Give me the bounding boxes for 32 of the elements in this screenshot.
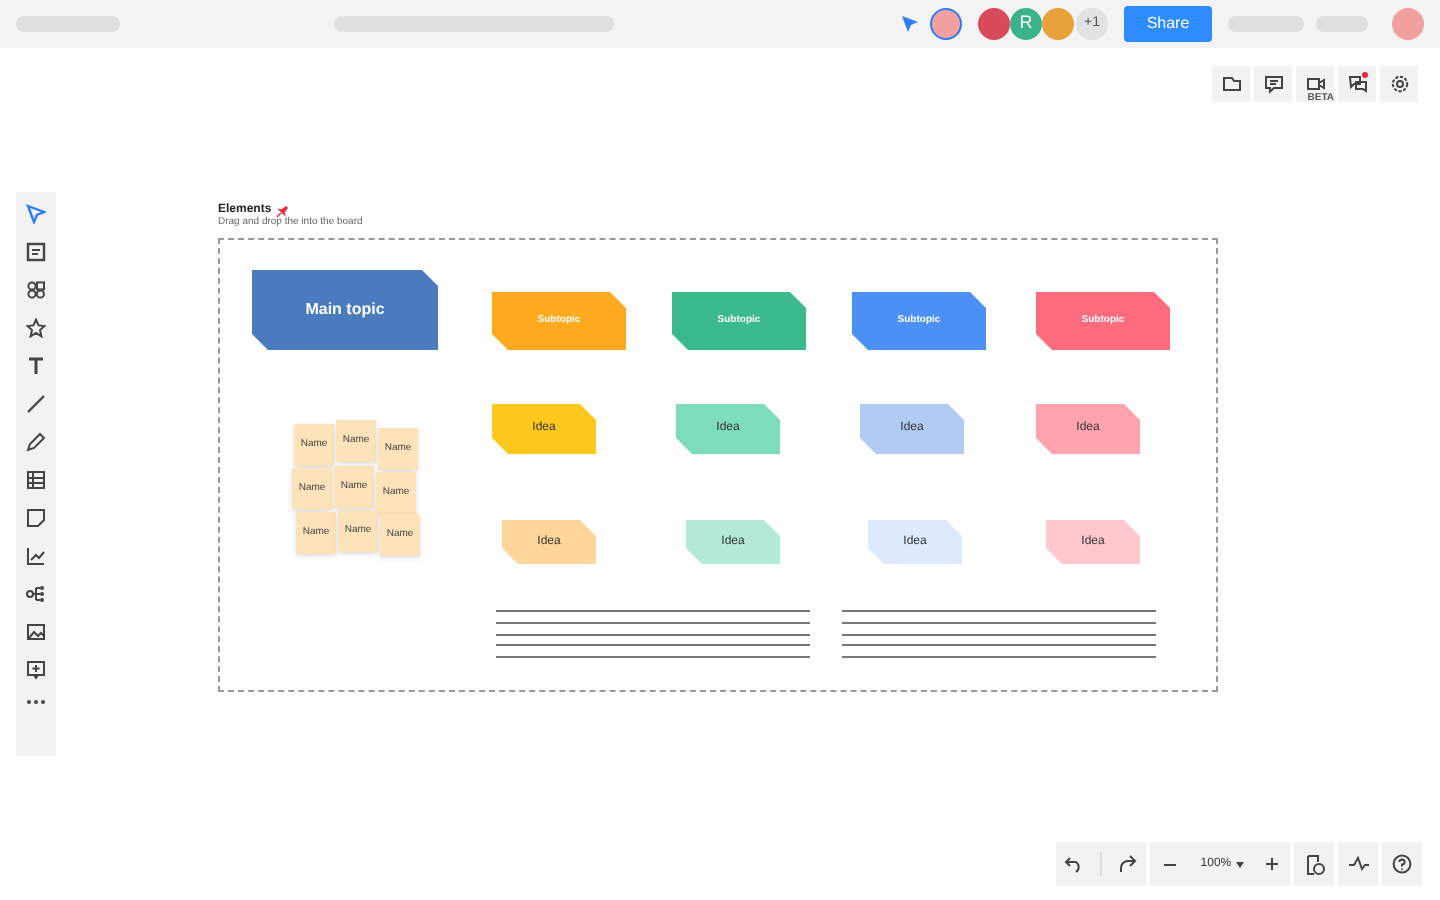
more-icon[interactable] (26, 698, 46, 706)
settings-icon[interactable] (1389, 74, 1409, 94)
line-icon[interactable] (26, 394, 46, 414)
help-icon[interactable] (1392, 854, 1412, 874)
folder-icon[interactable] (1221, 74, 1241, 94)
activity-icon[interactable] (1347, 856, 1369, 872)
main-topic-shape: Main topic (252, 270, 438, 350)
chat-icon[interactable] (1347, 74, 1367, 94)
pencil-icon[interactable] (26, 432, 46, 452)
pin-icon (275, 205, 288, 217)
pointer-icon[interactable] (26, 204, 46, 224)
comment-icon[interactable] (1263, 74, 1283, 94)
caret-icon[interactable] (1235, 861, 1244, 867)
embed-icon[interactable] (26, 660, 46, 680)
mind-map-icon[interactable] (26, 584, 46, 604)
zoom-in-icon[interactable] (1263, 856, 1280, 872)
share-button[interactable]: Share (1124, 6, 1212, 42)
image-icon[interactable] (26, 622, 46, 642)
avatar[interactable] (978, 8, 1010, 40)
star-icon[interactable] (26, 318, 46, 338)
undo-icon[interactable] (1064, 854, 1084, 874)
sticky-note-icon[interactable] (26, 508, 46, 528)
cursor-icon[interactable] (902, 16, 918, 32)
video-camera-icon[interactable] (1305, 74, 1325, 94)
text-icon[interactable] (26, 356, 46, 376)
template-icon[interactable] (26, 242, 46, 262)
redo-icon[interactable] (1118, 854, 1138, 874)
table-icon[interactable] (26, 470, 46, 490)
chart-icon[interactable] (26, 546, 46, 566)
avatar[interactable] (930, 8, 962, 40)
shapes-icon[interactable] (26, 280, 46, 300)
history-icon[interactable] (1303, 853, 1325, 875)
